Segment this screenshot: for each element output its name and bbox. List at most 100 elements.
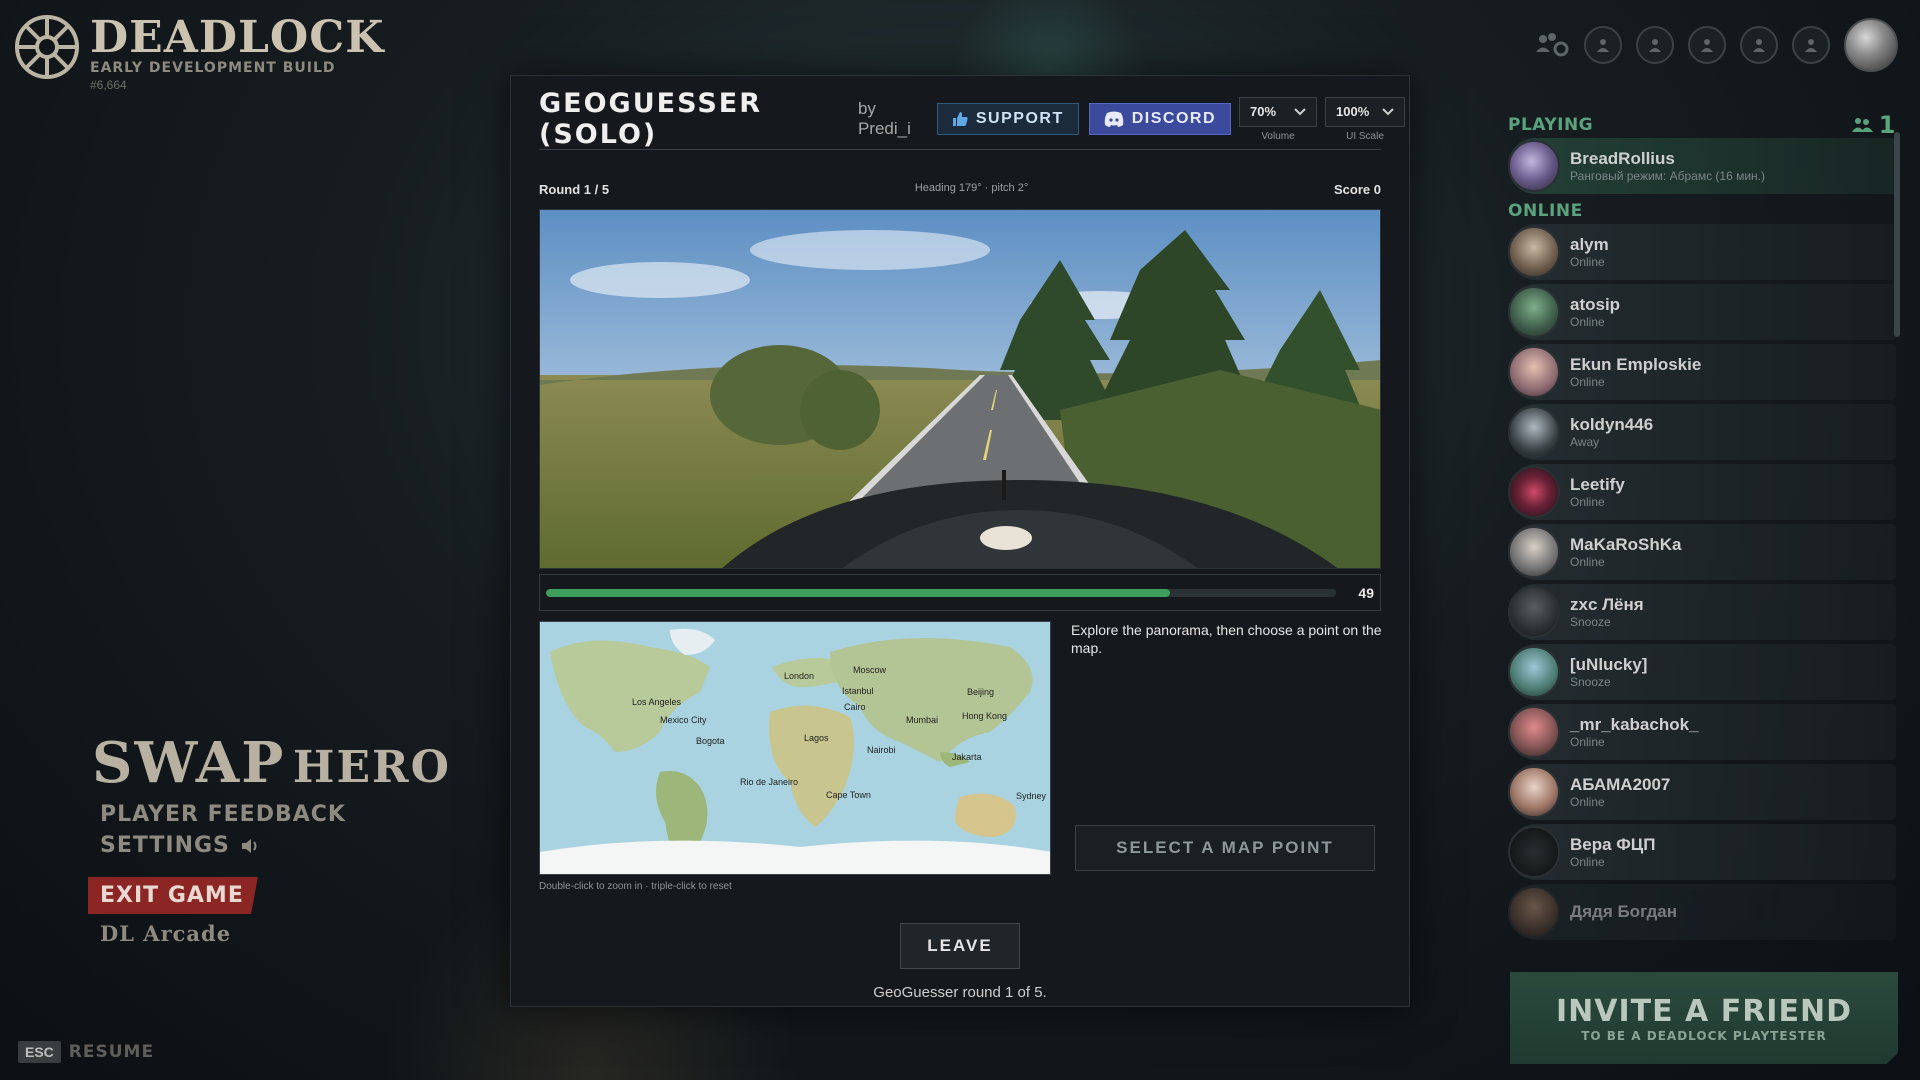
friend-name: zxc Лёня xyxy=(1570,595,1644,614)
friend-avatar xyxy=(1508,526,1560,578)
ui-scale-select[interactable]: 100% xyxy=(1325,96,1405,127)
friend-status: Ранговый режим: Абрамс (16 мин.) xyxy=(1570,169,1765,183)
friend-row[interactable]: koldyn446 Away xyxy=(1508,404,1896,460)
support-button[interactable]: SUPPORT xyxy=(936,103,1079,135)
friend-avatar xyxy=(1508,140,1560,192)
map-label-moscow: Moscow xyxy=(853,665,887,675)
discord-button[interactable]: DISCORD xyxy=(1088,103,1231,135)
modal-header: GEOGUESSER (SOLO) by Predi_i SUPPORT DIS… xyxy=(539,88,1405,150)
online-label: ONLINE xyxy=(1508,201,1583,221)
friend-avatar xyxy=(1508,586,1560,638)
logo-subtitle: EARLY DEVELOPMENT BUILD xyxy=(90,60,336,76)
main-menu: SWAP HERO PLAYER FEEDBACK SETTINGS xyxy=(92,730,451,858)
friend-row[interactable]: BreadRollius Ранговый режим: Абрамс (16 … xyxy=(1508,138,1896,194)
friend-row[interactable]: Ekun Emploskie Online xyxy=(1508,344,1896,400)
support-label: SUPPORT xyxy=(975,110,1064,127)
friend-status: Online xyxy=(1570,375,1605,389)
round-status: GeoGuesser round 1 of 5. xyxy=(873,984,1047,1001)
friend-row[interactable]: Leetify Online xyxy=(1508,464,1896,520)
friend-row[interactable]: MaKaRoShKa Online xyxy=(1508,524,1896,580)
thumbs-up-icon xyxy=(952,112,968,126)
friend-row[interactable]: zxc Лёня Snooze xyxy=(1508,584,1896,640)
map-label-london: London xyxy=(784,671,814,681)
friend-avatar xyxy=(1508,706,1560,758)
playing-label: PLAYING xyxy=(1508,115,1594,135)
friends-icon xyxy=(1851,118,1873,132)
friend-name: BreadRollius xyxy=(1570,149,1675,168)
swap-hero-button[interactable]: SWAP HERO xyxy=(92,730,451,796)
party-slot-5[interactable] xyxy=(1792,26,1830,64)
party-slot-4[interactable] xyxy=(1740,26,1778,64)
chevron-down-icon xyxy=(1294,107,1306,115)
friend-avatar xyxy=(1508,826,1560,878)
ui-scale-control: 100% UI Scale xyxy=(1325,96,1405,142)
playing-header: PLAYING 1 xyxy=(1508,111,1896,139)
friend-name: Дядя Богдан xyxy=(1570,902,1678,921)
swap-hero-big: SWAP xyxy=(92,730,286,796)
friend-row[interactable]: _mr_kabachok_ Online xyxy=(1508,704,1896,760)
author-label: by Predi_i xyxy=(857,99,911,138)
friend-name: alym xyxy=(1570,235,1609,254)
volume-label: Volume xyxy=(1261,130,1295,142)
user-icon xyxy=(1701,39,1713,52)
resume-label: RESUME xyxy=(68,1042,155,1062)
invite-subtitle: TO BE A DEADLOCK PLAYTESTER xyxy=(1581,1028,1827,1043)
round-timer: 49 xyxy=(539,574,1381,611)
friend-avatar xyxy=(1508,226,1560,278)
leave-button[interactable]: LEAVE xyxy=(900,923,1020,969)
map-label-mexico-city: Mexico City xyxy=(660,715,707,725)
party-gear-icon xyxy=(1536,33,1569,57)
player-feedback-button[interactable]: PLAYER FEEDBACK xyxy=(100,802,451,827)
round-counter: Round 1 / 5 xyxy=(539,182,610,197)
deadlock-emblem-icon xyxy=(15,15,79,79)
map-label-lagos: Lagos xyxy=(804,733,829,743)
invite-title: INVITE A FRIEND xyxy=(1556,993,1852,1029)
esc-key: ESC xyxy=(18,1041,61,1063)
friend-name: atosip xyxy=(1570,295,1621,314)
settings-button[interactable]: SETTINGS xyxy=(100,833,451,858)
friends-panel: PLAYING 1 BreadRollius Ранговый режим: А… xyxy=(1508,111,1896,944)
friend-row[interactable]: Вера ФЦП Online xyxy=(1508,824,1896,880)
party-slot-2[interactable] xyxy=(1636,26,1674,64)
round-info: Round 1 / 5 Heading 179° · pitch 2° Scor… xyxy=(539,182,1381,197)
online-header: ONLINE xyxy=(1508,198,1896,224)
friends-scrollbar[interactable] xyxy=(1894,132,1900,337)
party-slot-3[interactable] xyxy=(1688,26,1726,64)
modal-title: GEOGUESSER (SOLO) xyxy=(539,88,763,150)
instructions: Explore the panorama, then choose a poin… xyxy=(1071,622,1382,656)
friend-status: Online xyxy=(1570,255,1605,269)
own-avatar[interactable] xyxy=(1844,18,1898,72)
map-label-bogota: Bogota xyxy=(696,736,725,746)
street-panorama[interactable] xyxy=(539,209,1381,569)
world-map-image: London Moscow Istanbul Beijing Los Angel… xyxy=(540,622,1050,874)
select-map-point-button[interactable]: SELECT A MAP POINT xyxy=(1075,825,1375,871)
chevron-down-icon xyxy=(1382,107,1394,115)
resume-control[interactable]: ESC RESUME xyxy=(18,1041,154,1063)
header-divider xyxy=(539,149,1381,150)
map-label-beijing: Beijing xyxy=(967,687,994,697)
volume-control: 70% Volume xyxy=(1239,96,1317,142)
exit-game-button[interactable]: EXIT GAME xyxy=(88,877,258,914)
map-label-cairo: Cairo xyxy=(844,702,866,712)
party-settings-icon[interactable] xyxy=(1534,27,1570,63)
friend-status: Snooze xyxy=(1570,675,1611,689)
friend-row[interactable]: atosip Online xyxy=(1508,284,1896,340)
dl-arcade-button[interactable]: DL Arcade xyxy=(100,921,231,946)
map-label-mumbai: Mumbai xyxy=(906,715,938,725)
friend-row[interactable]: alym Online xyxy=(1508,224,1896,280)
party-slot-1[interactable] xyxy=(1584,26,1622,64)
friend-avatar xyxy=(1508,346,1560,398)
friend-row[interactable]: АБАМА2007 Online xyxy=(1508,764,1896,820)
speaker-icon xyxy=(241,838,257,853)
logo-title: DEADLOCK xyxy=(90,12,385,63)
friend-avatar xyxy=(1508,646,1560,698)
discord-label: DISCORD xyxy=(1131,110,1216,127)
world-map[interactable]: London Moscow Istanbul Beijing Los Angel… xyxy=(539,621,1051,875)
friend-row[interactable]: Дядя Богдан xyxy=(1508,884,1896,940)
invite-friend-button[interactable]: INVITE A FRIEND TO BE A DEADLOCK PLAYTES… xyxy=(1510,972,1898,1064)
timer-track xyxy=(546,588,1336,597)
volume-select[interactable]: 70% xyxy=(1239,96,1317,127)
friend-status: Online xyxy=(1570,855,1605,869)
volume-value: 70% xyxy=(1250,104,1277,119)
friend-row[interactable]: [uNlucky] Snooze xyxy=(1508,644,1896,700)
